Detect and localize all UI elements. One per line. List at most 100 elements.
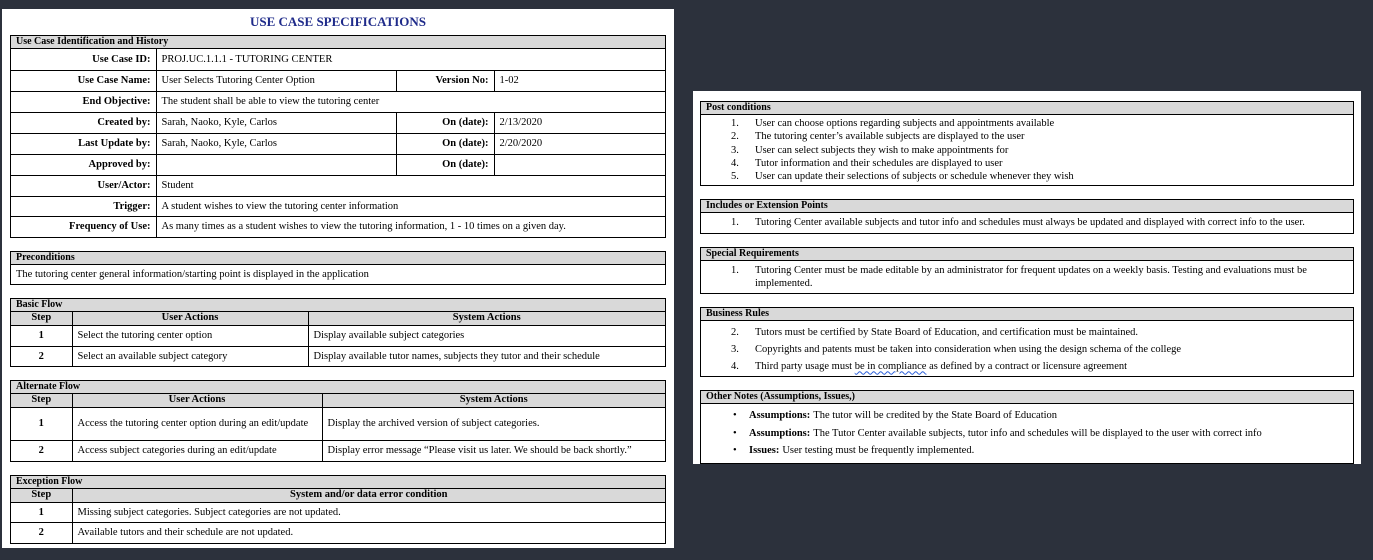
step-number: 1 (11, 324, 73, 347)
table-row: 2 Select an available subject category D… (11, 345, 665, 366)
item-number: 3. (731, 344, 739, 356)
item-number: 2. (731, 131, 739, 143)
item-text: Third party usage must be in compliance … (755, 358, 1353, 375)
step-number: 2 (11, 345, 73, 366)
error-condition: Available tutors and their schedule are … (71, 521, 665, 543)
item-text-part: Third party usage must (755, 361, 855, 373)
preconditions-text: The tutoring center general information/… (16, 269, 369, 280)
special-requirements-section: Special Requirements 1. Tutoring Center m… (700, 246, 1354, 295)
table-row: 2 Access subject categories during an ed… (11, 439, 665, 461)
use-case-name-value: User Selects Tutoring Center Option (155, 69, 397, 92)
table-row: 1 Select the tutoring center option Disp… (11, 324, 665, 347)
table-row: 1 Access the tutoring center option duri… (11, 406, 665, 441)
note-text: User testing must be frequently implemen… (782, 445, 975, 457)
item-number: 2. (731, 327, 739, 339)
special-requirements-list: 1. Tutoring Center must be made editable … (701, 261, 1353, 294)
column-header: User Actions (71, 394, 323, 408)
table-row: 2 Available tutors and their schedule ar… (11, 521, 665, 543)
end-objective-label: End Objective: (11, 90, 157, 113)
list-item: 2. Tutors must be certified by State Boar… (731, 324, 1353, 341)
system-action: Display error message “Please visit us l… (321, 439, 665, 461)
list-item: • Assumptions: The Tutor Center available … (733, 425, 1353, 443)
step-number: 2 (11, 521, 73, 543)
item-number: 4. (731, 361, 739, 373)
post-conditions-header: Post conditions (701, 102, 1353, 115)
list-item: • Assumptions: The tutor will be credited … (733, 407, 1353, 425)
business-rules-header: Business Rules (701, 308, 1353, 322)
table-row: 1 Missing subject categories. Subject ca… (11, 501, 665, 523)
trigger-value: A student wishes to view the tutoring ce… (155, 195, 665, 217)
alternate-flow-section: Alternate Flow Step User Actions System … (10, 380, 666, 462)
preconditions-header: Preconditions (11, 252, 665, 265)
version-label: Version No: (395, 69, 495, 92)
exception-flow-table: Step System and/or data error condition … (11, 489, 665, 543)
user-action: Access subject categories during an edit… (71, 439, 323, 461)
item-number: 3. (731, 144, 739, 156)
document-page-left: USE CASE SPECIFICATIONS Use Case Identif… (2, 9, 674, 548)
preconditions-section: Preconditions The tutoring center genera… (10, 251, 666, 285)
approved-by-label: Approved by: (11, 153, 157, 176)
last-update-on-label: On (date): (395, 132, 495, 155)
exception-flow-section: Exception Flow Step System and/or data e… (10, 475, 666, 544)
column-header: System and/or data error condition (71, 489, 665, 503)
list-item: • Issues: User testing must be frequently … (733, 442, 1353, 460)
system-action: Display available tutor names, subjects … (307, 345, 665, 366)
item-text: The tutoring center’s available subjects… (755, 131, 1025, 143)
system-action: Display available subject categories (307, 324, 665, 347)
bullet-icon: • (733, 427, 737, 439)
basic-flow-table: Step User Actions System Actions 1 Selec… (11, 312, 665, 366)
business-rules-section: Business Rules 2. Tutors must be certifie… (700, 307, 1354, 378)
special-requirements-header: Special Requirements (701, 247, 1353, 261)
note-label: Assumptions: (749, 427, 811, 439)
other-notes-header: Other Notes (Assumptions, Issues,) (701, 391, 1353, 405)
trigger-label: Trigger: (11, 195, 157, 217)
item-text: Tutoring Center available subjects and t… (755, 217, 1305, 229)
last-update-value: Sarah, Naoko, Kyle, Carlos (155, 132, 397, 155)
note-text: The tutor will be credited by the State … (813, 410, 1058, 422)
column-header: Step (11, 489, 73, 503)
step-number: 1 (11, 501, 73, 523)
other-notes-list: • Assumptions: The tutor will be credited … (701, 404, 1353, 463)
item-text: Tutor information and their schedules ar… (755, 157, 1003, 169)
column-header: System Actions (321, 394, 665, 408)
created-by-value: Sarah, Naoko, Kyle, Carlos (155, 111, 397, 134)
item-text: Tutoring Center must be made editable by… (755, 264, 1307, 290)
basic-flow-section: Basic Flow Step User Actions System Acti… (10, 298, 666, 367)
created-on-label: On (date): (395, 111, 495, 134)
use-case-id-label: Use Case ID: (11, 49, 157, 71)
includes-section: Includes or Extension Points 1. Tutoring … (700, 199, 1354, 234)
system-action: Display the archived version of subject … (321, 406, 665, 441)
frequency-value: As many times as a student wishes to vie… (155, 215, 665, 237)
item-text: User can choose options regarding subjec… (755, 118, 1055, 129)
use-case-id-value: PROJ.UC.1.1.1 - TUTORING CENTER (155, 49, 665, 71)
column-header: Step (11, 312, 73, 326)
step-number: 1 (11, 406, 73, 441)
last-update-on-value: 2/20/2020 (493, 132, 665, 155)
column-header: Step (11, 394, 73, 408)
alternate-flow-table: Step User Actions System Actions 1 Acces… (11, 394, 665, 461)
end-objective-value: The student shall be able to view the tu… (155, 90, 665, 113)
list-item: 2. The tutoring center’s available subjec… (731, 130, 1353, 143)
last-update-label: Last Update by: (11, 132, 157, 155)
column-header: System Actions (307, 312, 665, 326)
item-number: 1. (731, 264, 739, 276)
note-text: The Tutor Center available subjects, tut… (813, 427, 1262, 439)
other-notes-section: Other Notes (Assumptions, Issues,) • Assu… (700, 390, 1354, 464)
alternate-flow-header: Alternate Flow (11, 381, 665, 394)
column-header: User Actions (71, 312, 309, 326)
basic-flow-header: Basic Flow (11, 299, 665, 312)
post-conditions-section: Post conditions 1. User can choose option… (700, 101, 1354, 187)
frequency-label: Frequency of Use: (11, 215, 157, 237)
post-conditions-list: 1. User can choose options regarding subj… (701, 115, 1353, 185)
item-text: User can select subjects they wish to ma… (755, 144, 1009, 156)
list-item: 1. Tutoring Center available subjects and… (731, 216, 1353, 229)
item-number: 5. (731, 171, 739, 183)
approved-by-value (155, 153, 397, 176)
created-by-label: Created by: (11, 111, 157, 134)
item-text: User can update their selections of subj… (755, 171, 1074, 183)
step-number: 2 (11, 439, 73, 461)
note-label: Assumptions: (749, 410, 811, 422)
identification-table: Use Case ID: PROJ.UC.1.1.1 - TUTORING CE… (11, 49, 665, 237)
business-rules-list: 2. Tutors must be certified by State Boar… (701, 321, 1353, 376)
error-condition: Missing subject categories. Subject cate… (71, 501, 665, 523)
